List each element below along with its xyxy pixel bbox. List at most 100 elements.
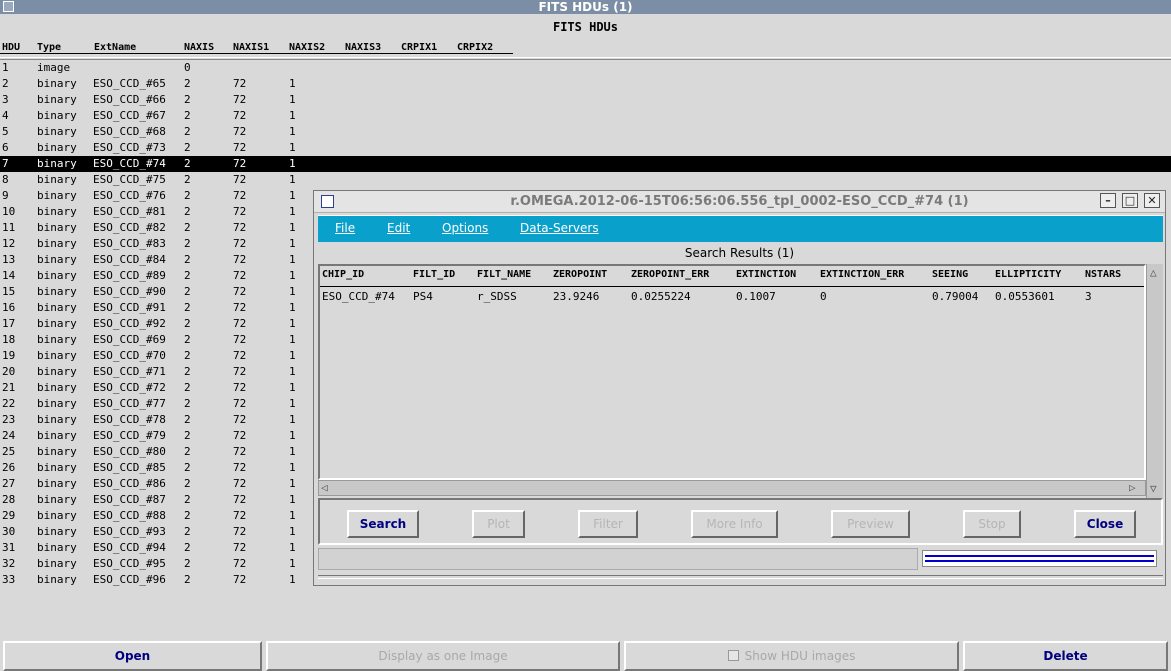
table-cell: 7 [2, 157, 9, 170]
stop-button[interactable]: Stop [963, 510, 1021, 538]
minimize-icon[interactable]: – [1100, 193, 1116, 208]
column-header-zeropoint-err[interactable]: ZEROPOINT_ERR [631, 269, 709, 280]
table-cell: binary [37, 109, 77, 122]
scroll-left-icon[interactable]: ◁ [321, 481, 328, 494]
column-header-naxis2[interactable]: NAXIS2 [289, 42, 325, 53]
column-header-zeropoint[interactable]: ZEROPOINT [553, 269, 607, 280]
window-title: FITS HDUs (1) [538, 0, 633, 14]
table-cell: 2 [184, 253, 191, 266]
table-cell: 72 [233, 509, 247, 522]
page-title: FITS HDUs [552, 20, 619, 34]
table-cell: 8 [2, 173, 9, 186]
dialog-titlebar[interactable]: r.OMEGA.2012-06-15T06:56:06.556_tpl_0002… [314, 191, 1165, 213]
column-header-naxis[interactable]: NAXIS [184, 42, 214, 53]
checkbox-icon[interactable] [727, 650, 739, 661]
column-header-extname[interactable]: ExtName [94, 42, 136, 53]
scroll-down-icon[interactable]: ▽ [1150, 482, 1157, 495]
table-cell: binary [37, 77, 77, 90]
table-row[interactable]: 8 binary ESO_CCD_#75 2 72 1 [0, 172, 1171, 188]
table-row[interactable]: 4 binary ESO_CCD_#67 2 72 1 [0, 108, 1171, 124]
column-header-hdu[interactable]: HDU [2, 42, 20, 53]
table-cell: binary [37, 349, 77, 362]
search-button[interactable]: Search [347, 510, 419, 538]
results-table[interactable]: CHIP_ID FILT_ID FILT_NAME ZEROPOINT ZEROPOIN… [318, 264, 1146, 480]
table-cell: 2 [184, 573, 191, 586]
table-cell: 3 [1085, 290, 1092, 303]
table-cell: 72 [233, 237, 247, 250]
table-cell: 2 [184, 365, 191, 378]
table-cell: 72 [233, 141, 247, 154]
delete-button[interactable]: Delete [963, 641, 1168, 671]
column-header-type[interactable]: Type [37, 42, 61, 53]
table-row[interactable]: 2 binary ESO_CCD_#65 2 72 1 [0, 76, 1171, 92]
column-header-crpix1[interactable]: CRPIX1 [401, 42, 437, 53]
table-cell: 1 [289, 557, 296, 570]
search-results-dialog: r.OMEGA.2012-06-15T06:56:06.556_tpl_0002… [313, 190, 1166, 586]
table-cell: binary [37, 365, 77, 378]
column-header-filt-name[interactable]: FILT_NAME [477, 269, 531, 280]
table-cell: ESO_CCD_#92 [93, 317, 166, 330]
table-cell: 1 [289, 221, 296, 234]
dialog-window-menu-icon[interactable] [321, 195, 334, 208]
close-button[interactable]: Close [1074, 510, 1136, 538]
table-cell: binary [37, 445, 77, 458]
table-cell: ESO_CCD_#65 [93, 77, 166, 90]
column-header-seeing[interactable]: SEEING [932, 269, 968, 280]
table-row[interactable]: 6 binary ESO_CCD_#73 2 72 1 [0, 140, 1171, 156]
table-cell: 1 [289, 77, 296, 90]
scroll-up-icon[interactable]: △ [1150, 266, 1157, 279]
column-header-chip-id[interactable]: CHIP_ID [322, 269, 364, 280]
menu-options[interactable]: Options [442, 221, 488, 235]
column-header-nstars[interactable]: NSTARS [1085, 269, 1121, 280]
menu-edit[interactable]: Edit [387, 221, 410, 235]
column-header-ellipticity[interactable]: ELLIPTICITY [995, 269, 1061, 280]
column-header-filt-id[interactable]: FILT_ID [413, 269, 455, 280]
vertical-scrollbar[interactable]: △ ▽ [1146, 264, 1163, 498]
table-cell: 11 [2, 221, 16, 234]
maximize-icon[interactable]: □ [1122, 193, 1138, 208]
column-header-crpix2[interactable]: CRPIX2 [457, 42, 493, 53]
table-cell: 1 [289, 205, 296, 218]
open-button[interactable]: Open [3, 641, 262, 671]
table-cell: 1 [289, 413, 296, 426]
menu-file[interactable]: File [335, 221, 355, 235]
status-field [318, 548, 918, 570]
column-header-naxis1[interactable]: NAXIS1 [233, 42, 269, 53]
table-cell: 2 [184, 141, 191, 154]
table-row[interactable]: 3 binary ESO_CCD_#66 2 72 1 [0, 92, 1171, 108]
filter-button[interactable]: Filter [578, 510, 638, 538]
horizontal-scrollbar[interactable]: ◁ ▷ [318, 480, 1146, 496]
scroll-right-icon[interactable]: ▷ [1129, 481, 1136, 494]
table-cell: ESO_CCD_#72 [93, 381, 166, 394]
menu-data-servers[interactable]: Data-Servers [520, 221, 599, 235]
table-cell: 1 [289, 397, 296, 410]
table-cell: 0.0255224 [631, 290, 691, 303]
table-cell: binary [37, 125, 77, 138]
plot-button[interactable]: Plot [472, 510, 525, 538]
table-cell: binary [37, 429, 77, 442]
close-icon[interactable]: ✕ [1144, 193, 1160, 208]
column-header-extinction[interactable]: EXTINCTION [736, 269, 796, 280]
table-row[interactable]: 1 image 0 [0, 60, 1171, 76]
display-as-one-image-button[interactable]: Display as one Image [266, 641, 620, 671]
preview-button[interactable]: Preview [831, 510, 910, 538]
column-header-naxis3[interactable]: NAXIS3 [345, 42, 381, 53]
table-row[interactable]: 7 binary ESO_CCD_#74 2 72 1 [0, 156, 1171, 172]
column-header-extinction-err[interactable]: EXTINCTION_ERR [820, 269, 904, 280]
table-cell: 1 [289, 429, 296, 442]
more-info-button[interactable]: More Info [691, 510, 778, 538]
table-cell: 1 [289, 381, 296, 394]
table-cell: ESO_CCD_#84 [93, 253, 166, 266]
window-menu-icon[interactable] [3, 1, 14, 12]
table-cell: ESO_CCD_#71 [93, 365, 166, 378]
table-cell: 72 [233, 173, 247, 186]
table-cell: 2 [184, 493, 191, 506]
table-cell: ESO_CCD_#79 [93, 429, 166, 442]
table-cell: 14 [2, 269, 16, 282]
show-hdu-images-toggle[interactable]: Show HDU images [624, 641, 959, 671]
table-cell: 72 [233, 477, 247, 490]
table-cell: 2 [184, 173, 191, 186]
table-cell: 0 [184, 61, 191, 74]
table-row[interactable]: 5 binary ESO_CCD_#68 2 72 1 [0, 124, 1171, 140]
table-cell: 2 [184, 477, 191, 490]
